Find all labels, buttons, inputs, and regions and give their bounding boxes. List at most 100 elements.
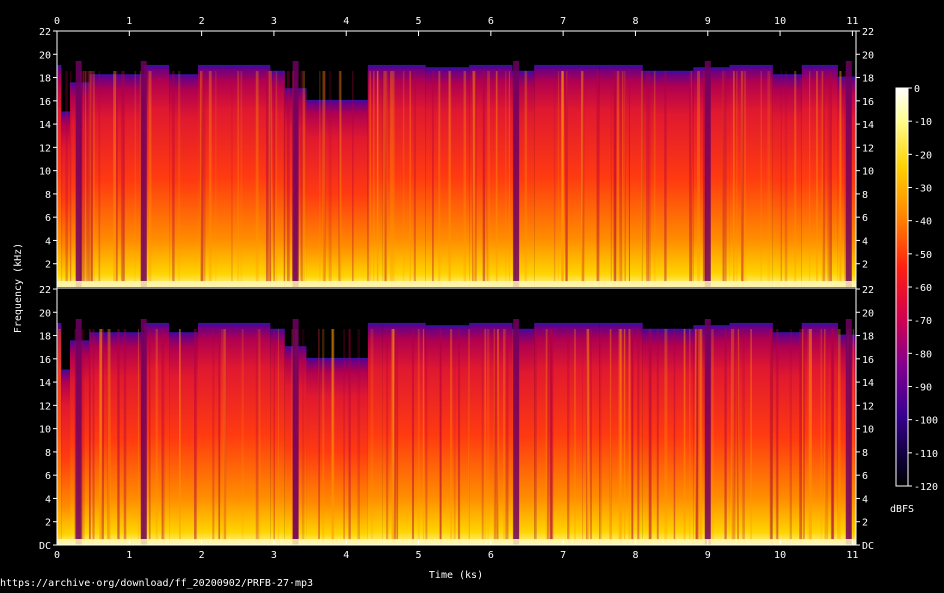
cutoff-edge (382, 64, 426, 67)
texture-stripe (394, 329, 396, 540)
low-frequency-band (57, 281, 856, 287)
texture-stripe (65, 71, 68, 282)
colorbar-tick-label: -100 (914, 416, 938, 427)
texture-stripe (114, 71, 117, 282)
texture-stripe (683, 329, 686, 540)
y-tick-label-right: 6 (862, 471, 868, 482)
texture-stripe (481, 329, 484, 540)
texture-stripe (377, 71, 379, 282)
texture-stripe (648, 71, 651, 282)
colorbar-tick-label: -70 (914, 316, 932, 327)
x-tick-label-bottom: 0 (54, 550, 60, 561)
y-tick-label-right: 4 (862, 494, 868, 505)
spectral-band (89, 333, 144, 545)
texture-stripe (733, 71, 735, 282)
texture-stripe (88, 329, 91, 540)
texture-stripe (695, 329, 699, 540)
y-tick-label-left: 16 (39, 97, 51, 108)
texture-stripe (825, 329, 829, 540)
cutoff-edge (270, 328, 285, 331)
texture-stripe (736, 71, 738, 282)
texture-stripe (265, 71, 269, 282)
texture-stripe (148, 329, 151, 540)
cutoff-edge (270, 70, 285, 73)
texture-stripe (574, 329, 576, 540)
spectrogram-chart: 00112233445566778899101011112 24 46 68 810 10… (13, 16, 938, 581)
texture-stripe (82, 329, 85, 540)
texture-stripe (769, 329, 773, 540)
texture-stripe (322, 329, 325, 540)
texture-stripe (497, 329, 499, 540)
x-tick-label-bottom: 1 (126, 550, 132, 561)
quiet-gap (140, 319, 147, 545)
texture-stripe (616, 71, 620, 282)
texture-stripe (203, 71, 206, 282)
texture-stripe (619, 71, 623, 282)
texture-stripe (550, 329, 554, 540)
x-tick-label-top: 8 (632, 16, 638, 27)
texture-stripe (493, 329, 496, 540)
spectral-band (306, 100, 368, 288)
texture-stripe (426, 329, 428, 540)
cutoff-edge (801, 64, 838, 67)
x-tick-label-bottom: 11 (846, 550, 858, 561)
cutoff-edge (534, 64, 600, 67)
texture-stripe (732, 329, 735, 540)
cutoff-edge (469, 322, 513, 325)
texture-stripe (830, 329, 834, 540)
y-tick-label-right: 22 (862, 285, 874, 296)
texture-stripe (799, 329, 802, 540)
texture-stripe (210, 71, 213, 282)
texture-stripe (413, 71, 416, 282)
quiet-gap (75, 319, 82, 545)
cutoff-edge (57, 322, 62, 325)
texture-stripe (586, 329, 590, 540)
texture-stripe (99, 329, 103, 540)
quiet-gap (75, 61, 82, 287)
cutoff-edge (693, 325, 730, 328)
texture-stripe (331, 329, 334, 540)
quiet-gap (845, 319, 852, 545)
texture-stripe (137, 329, 140, 540)
cutoff-edge (169, 332, 198, 335)
texture-stripe (301, 329, 305, 540)
y-tick-label-right: 6 (862, 213, 868, 224)
colorbar-tick-label: -20 (914, 150, 932, 161)
cutoff-edge (57, 64, 62, 67)
texture-stripe (741, 71, 744, 282)
texture-stripe (223, 329, 226, 540)
texture-stripe (163, 329, 166, 540)
y-tick-label-left: 10 (39, 167, 51, 178)
colorbar-tick-label: -50 (914, 250, 932, 261)
x-tick-label-top: 11 (846, 16, 858, 27)
cutoff-edge (306, 99, 368, 102)
quiet-gap (140, 61, 147, 287)
colorbar-tick-label: 0 (914, 84, 920, 95)
texture-stripe (357, 329, 361, 540)
texture-stripe (384, 71, 388, 282)
texture-stripe (505, 71, 507, 282)
texture-stripe (339, 71, 342, 282)
colorbar-tick-label: -90 (914, 383, 932, 394)
quiet-gap (513, 319, 520, 545)
texture-stripe (809, 329, 812, 540)
texture-stripe (117, 329, 120, 540)
texture-stripe (161, 329, 164, 540)
texture-stripe (581, 71, 584, 282)
texture-stripe (557, 71, 560, 282)
cutoff-edge (425, 325, 470, 328)
colorbar-tick-label: -80 (914, 349, 932, 360)
texture-stripe (212, 329, 215, 540)
texture-stripe (524, 71, 528, 282)
texture-stripe (722, 71, 725, 282)
x-tick-label-top: 6 (488, 16, 494, 27)
texture-stripe (323, 71, 326, 282)
texture-stripe (438, 71, 441, 282)
texture-stripe (258, 329, 261, 540)
y-tick-label-left: 12 (39, 401, 51, 412)
texture-stripe (724, 71, 727, 282)
texture-stripe (844, 71, 846, 282)
texture-stripe (386, 329, 389, 540)
texture-stripe (698, 329, 701, 540)
texture-stripe (641, 71, 643, 282)
